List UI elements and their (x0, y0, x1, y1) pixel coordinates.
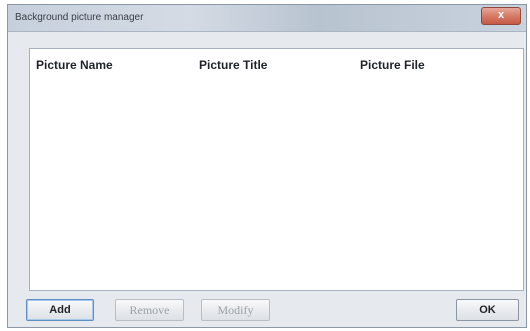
column-header-picture-name[interactable]: Picture Name (36, 58, 113, 72)
modify-button[interactable]: Modify (201, 299, 270, 321)
column-header-picture-title[interactable]: Picture Title (199, 58, 267, 72)
ok-button[interactable]: OK (456, 299, 519, 321)
close-button[interactable]: x (481, 7, 521, 25)
title-bar: Background picture manager x (8, 5, 526, 32)
remove-button[interactable]: Remove (115, 299, 184, 321)
window-title: Background picture manager (15, 12, 144, 23)
picture-list[interactable]: Picture Name Picture Title Picture File (29, 48, 524, 291)
column-header-picture-file[interactable]: Picture File (360, 58, 425, 72)
add-button[interactable]: Add (26, 299, 94, 321)
background-picture-manager-dialog: Background picture manager x Picture Nam… (7, 4, 527, 328)
close-icon: x (497, 9, 505, 21)
